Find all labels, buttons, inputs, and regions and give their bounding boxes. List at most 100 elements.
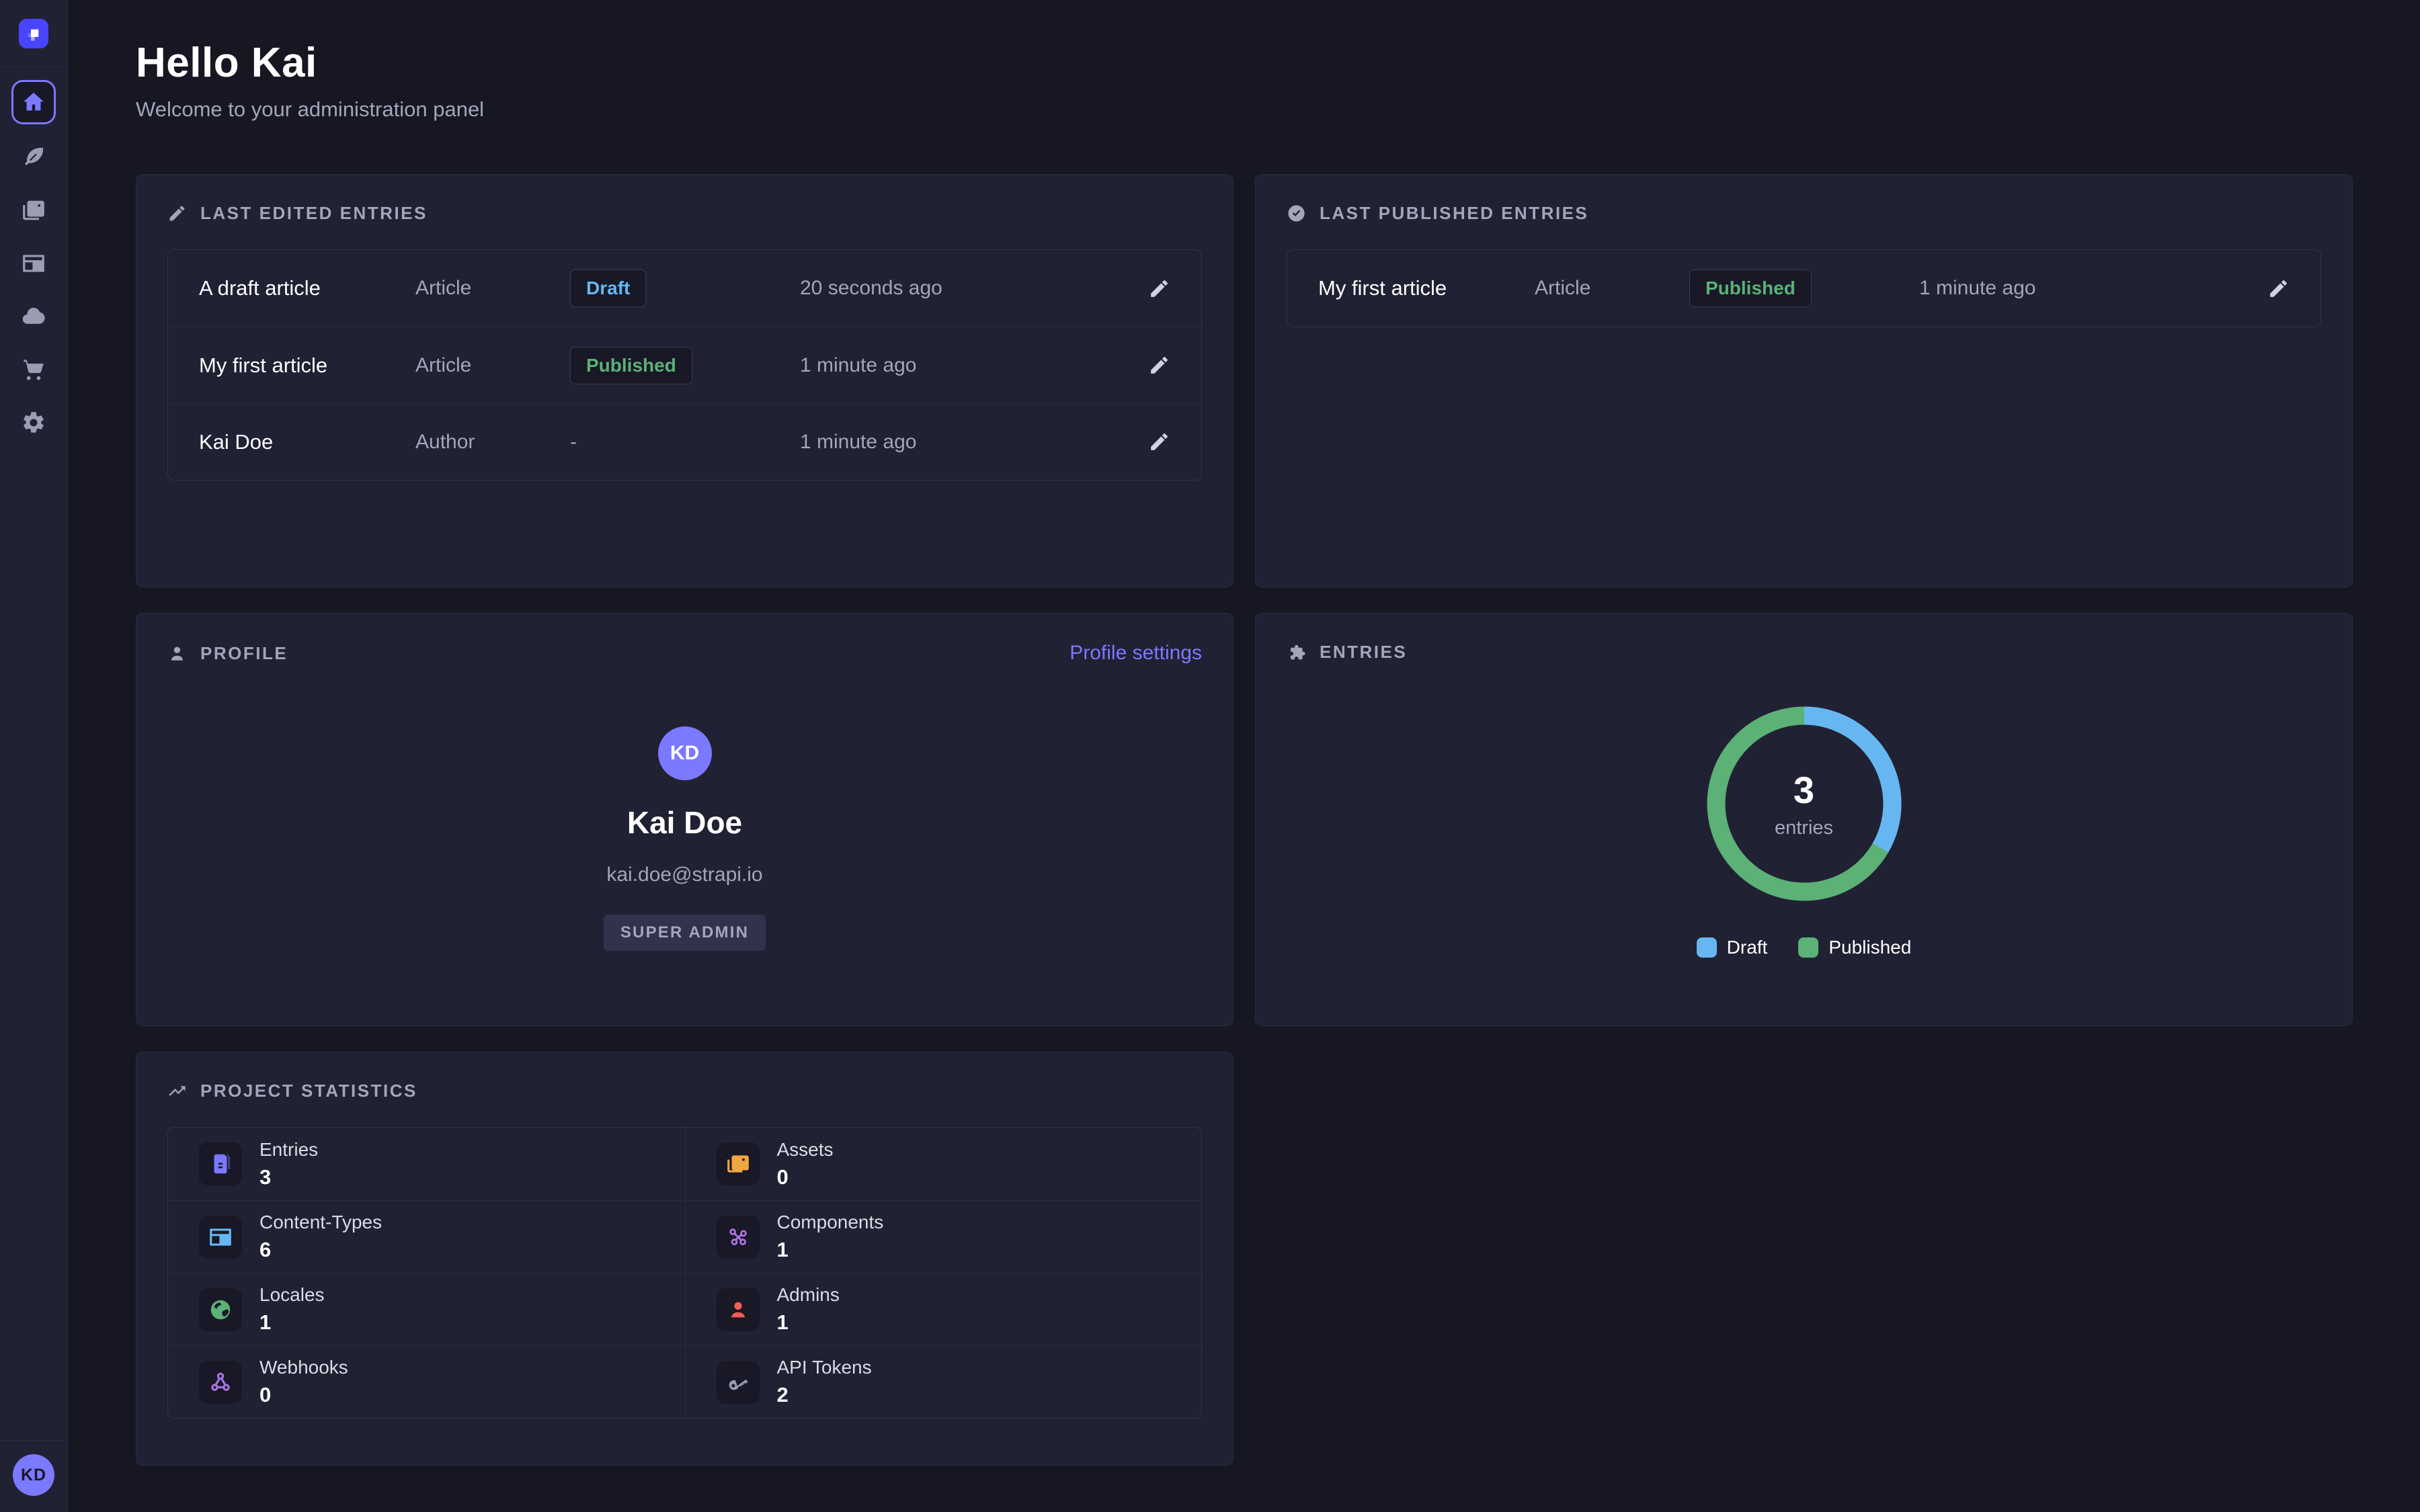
- stat-text: Admins 1: [777, 1284, 840, 1335]
- profile-email: kai.doe@strapi.io: [606, 864, 762, 886]
- card-header: LAST PUBLISHED ENTRIES: [1287, 203, 2321, 224]
- draft-swatch: [1697, 937, 1717, 958]
- profile-avatar: KD: [658, 726, 712, 780]
- stat-webhooks: Webhooks 0: [168, 1345, 685, 1418]
- globe-icon: [199, 1288, 242, 1331]
- stat-label: Components: [777, 1212, 884, 1233]
- profile-card: PROFILE Profile settings KD Kai Doe kai.…: [136, 613, 1234, 1026]
- stat-label: API Tokens: [777, 1357, 872, 1378]
- stat-label: Admins: [777, 1284, 840, 1306]
- pencil-icon: [167, 204, 187, 223]
- sidebar-bottom: KD: [0, 1440, 67, 1512]
- user-icon: [717, 1288, 760, 1331]
- user-avatar[interactable]: KD: [13, 1454, 54, 1496]
- stat-content-types: Content-Types 6: [168, 1200, 685, 1273]
- stat-text: Webhooks 0: [259, 1357, 348, 1407]
- stat-value: 0: [259, 1383, 348, 1407]
- table-row[interactable]: Kai Doe Author - 1 minute ago: [168, 403, 1201, 480]
- stat-admins: Admins 1: [685, 1273, 1202, 1345]
- pictures-icon: [21, 198, 46, 223]
- status-empty: -: [570, 431, 577, 453]
- layout-icon: [21, 251, 46, 276]
- stat-label: Webhooks: [259, 1357, 348, 1378]
- stat-label: Content-Types: [259, 1212, 382, 1233]
- card-title: PROFILE: [200, 643, 288, 664]
- edit-entry-button[interactable]: [1148, 354, 1170, 376]
- page-title: Hello Kai: [136, 39, 2353, 87]
- donut-center: 3 entries: [1690, 689, 1919, 918]
- card-header: LAST EDITED ENTRIES: [167, 203, 1202, 224]
- entry-status: Published: [570, 347, 800, 384]
- entry-name: Kai Doe: [199, 430, 415, 454]
- card-title: ENTRIES: [1320, 642, 1407, 663]
- entry-status: Published: [1689, 269, 1919, 307]
- edit-entry-button[interactable]: [2267, 278, 2290, 300]
- card-title: LAST PUBLISHED ENTRIES: [1320, 203, 1588, 224]
- entry-time: 1 minute ago: [800, 354, 1148, 377]
- pictures-icon: [717, 1142, 760, 1185]
- card-header: ENTRIES: [1287, 642, 2321, 663]
- profile-body: KD Kai Doe kai.doe@strapi.io SUPER ADMIN: [167, 665, 1202, 951]
- stats-table: Entries 3 Assets 0: [167, 1127, 1202, 1419]
- sidebar-item-marketplace[interactable]: [0, 343, 67, 396]
- main-content: Hello Kai Welcome to your administration…: [68, 0, 2420, 1512]
- profile-role-badge: SUPER ADMIN: [604, 915, 766, 951]
- pencil-icon: [1148, 431, 1170, 453]
- card-title: PROJECT STATISTICS: [200, 1081, 417, 1101]
- entries-count: 3: [1793, 768, 1814, 812]
- stat-label: Locales: [259, 1284, 325, 1306]
- sidebar-item-cloud[interactable]: [0, 290, 67, 343]
- empty-grid-cell: [1255, 1052, 2353, 1466]
- strapi-logo[interactable]: [19, 19, 48, 48]
- check-circle-icon: [1287, 204, 1306, 223]
- trend-up-icon: [167, 1081, 187, 1101]
- sidebar-item-media-library[interactable]: [0, 183, 67, 237]
- stat-value: 2: [777, 1383, 872, 1407]
- stat-text: Content-Types 6: [259, 1212, 382, 1262]
- last-edited-entries-card: LAST EDITED ENTRIES A draft article Arti…: [136, 174, 1234, 587]
- document-icon: [199, 1142, 242, 1185]
- stat-value: 0: [777, 1165, 834, 1189]
- stat-value: 3: [259, 1165, 318, 1189]
- dashboard-grid: LAST EDITED ENTRIES A draft article Arti…: [136, 174, 2353, 1466]
- stat-value: 6: [259, 1238, 382, 1262]
- status-badge: Published: [570, 347, 692, 384]
- edit-entry-button[interactable]: [1148, 431, 1170, 453]
- profile-settings-link[interactable]: Profile settings: [1070, 642, 1202, 665]
- card-header: PROFILE Profile settings: [167, 642, 1202, 665]
- sidebar-item-content-manager[interactable]: [0, 130, 67, 183]
- sidebar-nav: [0, 74, 67, 449]
- home-icon: [21, 89, 46, 115]
- sidebar: KD: [0, 0, 68, 1512]
- sidebar-item-content-type-builder[interactable]: [0, 237, 67, 290]
- table-row[interactable]: My first article Article Published 1 min…: [1287, 250, 2321, 327]
- pencil-icon: [1148, 278, 1170, 300]
- stat-text: Assets 0: [777, 1139, 834, 1189]
- stat-entries: Entries 3: [168, 1128, 685, 1200]
- edit-entry-button[interactable]: [1148, 278, 1170, 300]
- entry-time: 1 minute ago: [1919, 277, 2267, 300]
- stat-text: Components 1: [777, 1212, 884, 1262]
- project-statistics-card: PROJECT STATISTICS Entries 3: [136, 1052, 1234, 1466]
- stat-text: API Tokens 2: [777, 1357, 872, 1407]
- share-nodes-icon: [199, 1361, 242, 1404]
- entry-name: My first article: [199, 353, 415, 378]
- pencil-icon: [2267, 278, 2290, 300]
- stat-text: Entries 3: [259, 1139, 318, 1189]
- table-row[interactable]: A draft article Article Draft 20 seconds…: [168, 250, 1201, 327]
- puzzle-icon: [1287, 642, 1306, 662]
- stat-value: 1: [259, 1310, 325, 1335]
- legend-item-draft: Draft: [1697, 937, 1768, 958]
- status-badge: Draft: [570, 269, 646, 307]
- sidebar-item-settings[interactable]: [0, 396, 67, 449]
- cart-icon: [21, 357, 46, 382]
- card-title: LAST EDITED ENTRIES: [200, 203, 428, 224]
- table-row[interactable]: My first article Article Published 1 min…: [168, 327, 1201, 403]
- stat-value: 1: [777, 1238, 884, 1262]
- legend-label: Published: [1828, 937, 1911, 958]
- last-edited-table: A draft article Article Draft 20 seconds…: [167, 249, 1202, 480]
- person-icon: [167, 644, 187, 663]
- published-swatch: [1798, 937, 1818, 958]
- pencil-icon: [1148, 354, 1170, 376]
- sidebar-item-home[interactable]: [0, 74, 67, 130]
